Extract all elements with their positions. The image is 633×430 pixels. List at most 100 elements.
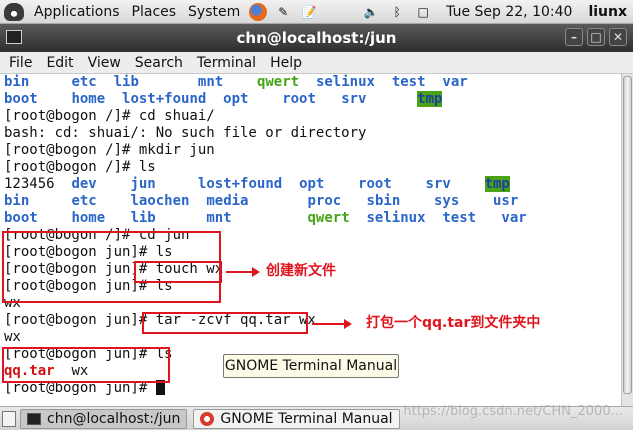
help-icon (200, 411, 215, 426)
window-titlebar[interactable]: chn@localhost:/jun – □ ✕ (0, 24, 633, 52)
firefox-icon[interactable] (249, 2, 268, 21)
bluetooth-icon[interactable]: ᛒ (387, 3, 407, 21)
terminal-line: [root@bogon /]# mkdir jun (4, 142, 633, 159)
terminal-text: [root@bogon /]# ls (4, 159, 156, 175)
menu-system[interactable]: System (182, 4, 246, 20)
menu-terminal[interactable]: Terminal (190, 55, 263, 71)
top-panel: Applications Places System ✎ 📝 🔈 ᛒ □ Tue… (0, 0, 633, 24)
panel-clock[interactable]: Tue Sep 22, 10:40 (436, 4, 582, 20)
terminal-text: wx (4, 329, 21, 345)
close-icon[interactable]: ✕ (609, 28, 627, 46)
directory-entry: etc (71, 74, 97, 90)
directory-entry: mnt (197, 74, 224, 90)
menu-search[interactable]: Search (128, 55, 190, 71)
executable-entry: qwert (256, 74, 300, 90)
executable-entry: qwert (307, 210, 350, 226)
directory-entry: home (71, 210, 106, 226)
arrow-to-note1 (226, 267, 260, 277)
directory-entry: proc (307, 193, 342, 209)
sticky-dir-entry: tmp (417, 91, 443, 107)
directory-entry: var (501, 210, 527, 226)
directory-entry: lost+found (122, 91, 207, 107)
highlight-box-touch-cmd (134, 261, 222, 283)
directory-entry: srv (341, 91, 367, 107)
directory-entry: bin (4, 193, 30, 209)
window-controls: – □ ✕ (565, 28, 627, 46)
terminal-line: boot home lost+found opt root srv tmp (4, 91, 633, 108)
show-desktop-icon[interactable] (2, 410, 16, 427)
terminal-text: 123456 (4, 176, 55, 192)
taskbar-item-help[interactable]: GNOME Terminal Manual (193, 408, 400, 429)
directory-entry: etc (71, 193, 97, 209)
directory-entry: opt (299, 176, 325, 192)
taskbar-item-label: GNOME Terminal Manual (220, 410, 393, 427)
menu-places[interactable]: Places (126, 4, 183, 20)
directory-entry: mnt (206, 210, 232, 226)
annotation-note-1: 创建新文件 (266, 263, 336, 279)
volume-icon[interactable]: 🔈 (361, 3, 381, 21)
directory-entry: lib (113, 74, 139, 90)
highlight-box-ls-result (2, 347, 170, 383)
menu-file[interactable]: File (2, 55, 39, 71)
maximize-icon[interactable]: □ (587, 28, 605, 46)
menu-applications[interactable]: Applications (28, 4, 126, 20)
directory-entry: dev (71, 176, 97, 192)
sticky-dir-entry: tmp (484, 176, 510, 192)
terminal-line: bin etc lib mnt qwert selinux test var (4, 74, 633, 91)
directory-entry: home (71, 91, 106, 107)
directory-entry: root (282, 91, 316, 107)
terminal-text: bash: cd: shuai/: No such file or direct… (4, 125, 367, 141)
menu-edit[interactable]: Edit (39, 55, 80, 71)
panel-user[interactable]: liunx (582, 4, 633, 20)
terminal-scrollbar[interactable] (621, 74, 633, 406)
terminal-line: bin etc laochen media proc sbin sys usr (4, 193, 633, 210)
directory-entry: boot (4, 91, 38, 107)
directory-entry: boot (4, 210, 38, 226)
terminal-line: 123456 dev jun lost+found opt root srv t… (4, 176, 633, 193)
terminal-text: [root@bogon /]# mkdir jun (4, 142, 215, 158)
arrow-to-note2 (312, 319, 352, 329)
file-edit-icon[interactable]: ✎ (273, 3, 293, 21)
terminal-line: [root@bogon /]# cd shuai/ (4, 108, 633, 125)
terminal-line: bash: cd: shuai/: No such file or direct… (4, 125, 633, 142)
menu-help[interactable]: Help (263, 55, 309, 71)
directory-entry: sbin (366, 193, 401, 209)
menu-view[interactable]: View (81, 55, 128, 71)
directory-entry: laochen (130, 193, 190, 209)
scrollbar-thumb[interactable] (623, 76, 632, 394)
directory-entry: jun (130, 176, 156, 192)
network-icon[interactable]: □ (413, 3, 433, 21)
notes-icon[interactable]: 📝 (299, 3, 319, 21)
gnome-foot-icon[interactable] (4, 2, 24, 21)
terminal-window: chn@localhost:/jun – □ ✕ File Edit View … (0, 24, 633, 406)
minimize-icon[interactable]: – (565, 28, 583, 46)
directory-entry: sys (433, 193, 460, 209)
taskbar-item-terminal[interactable]: chn@localhost:/jun (20, 408, 188, 429)
terminal-menubar: File Edit View Search Terminal Help (0, 52, 633, 74)
tooltip-gnome-terminal-manual: GNOME Terminal Manual (223, 354, 399, 378)
directory-entry: test (442, 210, 477, 226)
